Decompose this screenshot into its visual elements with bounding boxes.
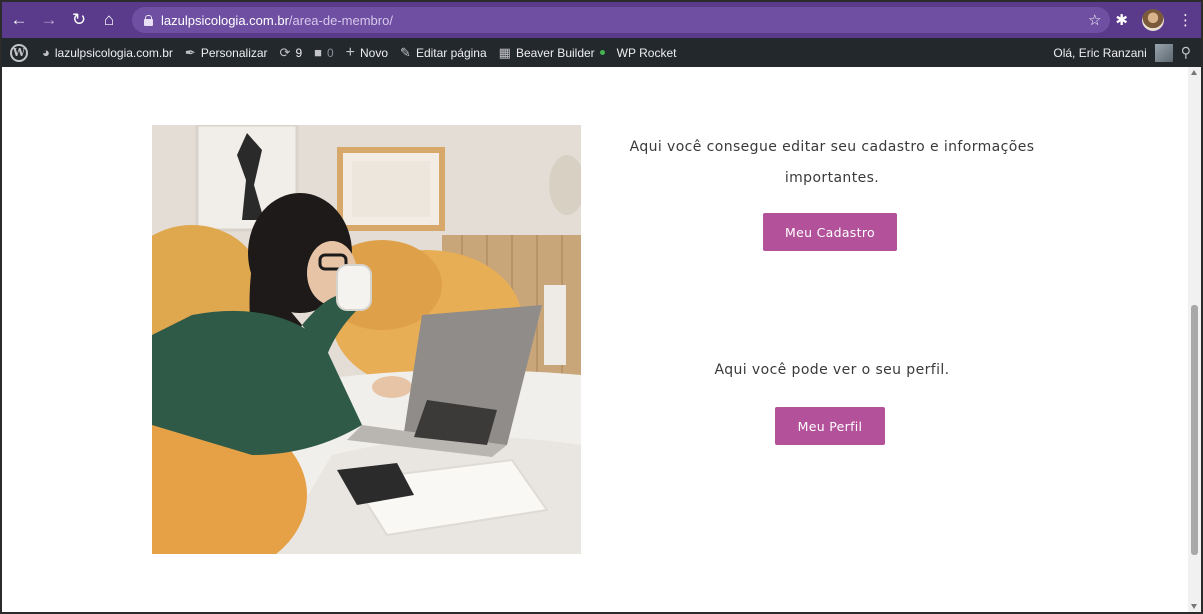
home-icon[interactable]: ⌂ bbox=[96, 7, 122, 33]
url-path: /area-de-membro/ bbox=[288, 12, 393, 28]
bookmark-star-icon[interactable]: ☆ bbox=[1088, 11, 1101, 29]
customize-label: Personalizar bbox=[200, 45, 268, 60]
comments-count: 0 bbox=[326, 45, 334, 60]
greeting-label[interactable]: Olá, Eric Ranzani bbox=[1053, 46, 1146, 60]
address-bar[interactable]: lazulpsicologia.com.br/area-de-membro/ bbox=[132, 7, 1110, 33]
adminbar-wp-rocket[interactable]: WP Rocket bbox=[611, 38, 683, 67]
forward-arrow-icon[interactable]: → bbox=[36, 7, 62, 33]
comment-bubble-icon: ■ bbox=[314, 45, 322, 60]
photo-illustration bbox=[152, 125, 581, 554]
wp-admin-bar: W ◕ lazulpsicologia.com.br ✒ Personaliza… bbox=[2, 38, 1201, 67]
adminbar-new[interactable]: + Novo bbox=[340, 38, 394, 67]
browser-toolbar: ← → ↻ ⌂ lazulpsicologia.com.br/area-de-m… bbox=[2, 2, 1201, 38]
browser-actions: ☆ ✱ ⋮ bbox=[1088, 2, 1193, 38]
new-label: Novo bbox=[360, 45, 389, 60]
dashboard-gauge-icon: ◕ bbox=[42, 45, 50, 60]
updates-count: 9 bbox=[295, 45, 303, 60]
back-arrow-icon[interactable]: ← bbox=[6, 7, 32, 33]
scroll-thumb[interactable] bbox=[1191, 305, 1198, 555]
search-icon[interactable]: ⚲ bbox=[1181, 44, 1191, 61]
adminbar-beaver-builder[interactable]: ▦ Beaver Builder bbox=[493, 38, 611, 67]
perfil-description: Aqui você pode ver o seu perfil. bbox=[714, 362, 950, 378]
brush-icon: ✒ bbox=[184, 44, 196, 60]
adminbar-edit-page[interactable]: ✎ Editar página bbox=[394, 38, 493, 67]
wp-rocket-label: WP Rocket bbox=[616, 45, 677, 60]
plus-icon: + bbox=[345, 43, 356, 61]
adminbar-customize[interactable]: ✒ Personalizar bbox=[179, 38, 274, 67]
woman-with-laptop-photo bbox=[152, 125, 581, 554]
cadastro-description: Aqui você consegue editar seu cadastro e… bbox=[629, 139, 1035, 186]
edit-page-label: Editar página bbox=[415, 45, 487, 60]
adminbar-site-name[interactable]: ◕ lazulpsicologia.com.br bbox=[36, 38, 179, 67]
adminbar-account: Olá, Eric Ranzani ⚲ bbox=[1053, 38, 1191, 67]
adminbar-updates[interactable]: ⟳ 9 bbox=[274, 38, 309, 67]
scroll-down-arrow-icon[interactable] bbox=[1191, 604, 1197, 609]
kebab-menu-icon[interactable]: ⋮ bbox=[1178, 11, 1193, 29]
builder-grid-icon: ▦ bbox=[498, 44, 511, 60]
wordpress-logo-icon[interactable]: W bbox=[10, 43, 28, 62]
user-avatar[interactable] bbox=[1154, 43, 1173, 62]
status-dot-icon bbox=[599, 50, 605, 55]
reload-icon[interactable]: ↻ bbox=[66, 7, 92, 33]
pencil-icon: ✎ bbox=[400, 44, 411, 60]
adminbar-comments[interactable]: ■ 0 bbox=[308, 38, 340, 67]
updates-icon: ⟳ bbox=[279, 44, 291, 60]
page-content: Aqui você consegue editar seu cadastro e… bbox=[2, 67, 1188, 612]
beaver-builder-label: Beaver Builder bbox=[515, 45, 595, 60]
site-name-label: lazulpsicologia.com.br bbox=[54, 45, 173, 60]
browser-window: ← → ↻ ⌂ lazulpsicologia.com.br/area-de-m… bbox=[0, 0, 1203, 614]
extensions-puzzle-icon[interactable]: ✱ bbox=[1115, 11, 1128, 29]
profile-avatar-icon[interactable] bbox=[1142, 9, 1164, 31]
scroll-up-arrow-icon[interactable] bbox=[1191, 70, 1197, 75]
meu-cadastro-button[interactable]: Meu Cadastro bbox=[763, 213, 897, 251]
meu-perfil-button[interactable]: Meu Perfil bbox=[775, 407, 885, 445]
url-host: lazulpsicologia.com.br bbox=[161, 12, 289, 28]
lock-icon bbox=[144, 14, 153, 26]
page-scrollbar[interactable] bbox=[1188, 67, 1201, 612]
